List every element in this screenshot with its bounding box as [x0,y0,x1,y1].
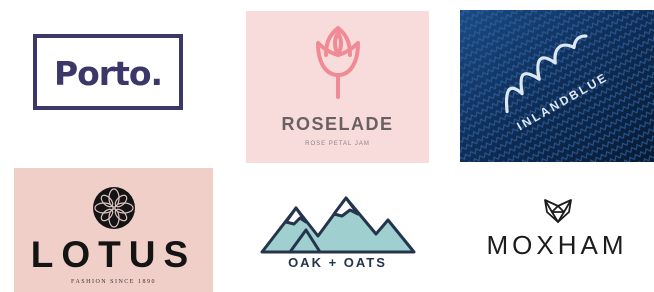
geometric-fox-icon [544,199,572,223]
moxham-brand-name: MOXHAM [486,230,628,260]
mountain-line-icon [504,34,588,114]
lotus-emblem-icon [93,187,135,229]
roselade-brand-name: ROSELADE [281,114,394,134]
lotus-brand-name: LOTUS [30,234,197,275]
logo-lotus: LOTUS FASHION SINCE 1890 [14,168,213,292]
logo-moxham: MOXHAM [460,186,654,292]
mountains-icon [260,196,416,254]
roselade-tagline: ROSE PETAL JAM [305,141,370,147]
lotus-tagline: FASHION SINCE 1890 [71,279,156,285]
logo-porto: Porto. [0,0,222,150]
logo-oak-and-oats: OAK + OATS [246,186,429,292]
logo-roselade: ROSELADE ROSE PETAL JAM [246,11,429,163]
porto-frame: Porto. [33,34,183,110]
rose-icon [316,26,360,99]
logo-inlandblue: INLANDBLUE [460,10,654,162]
porto-brand-name: Porto. [53,54,163,93]
oak-and-oats-brand-name: OAK + OATS [288,255,387,270]
